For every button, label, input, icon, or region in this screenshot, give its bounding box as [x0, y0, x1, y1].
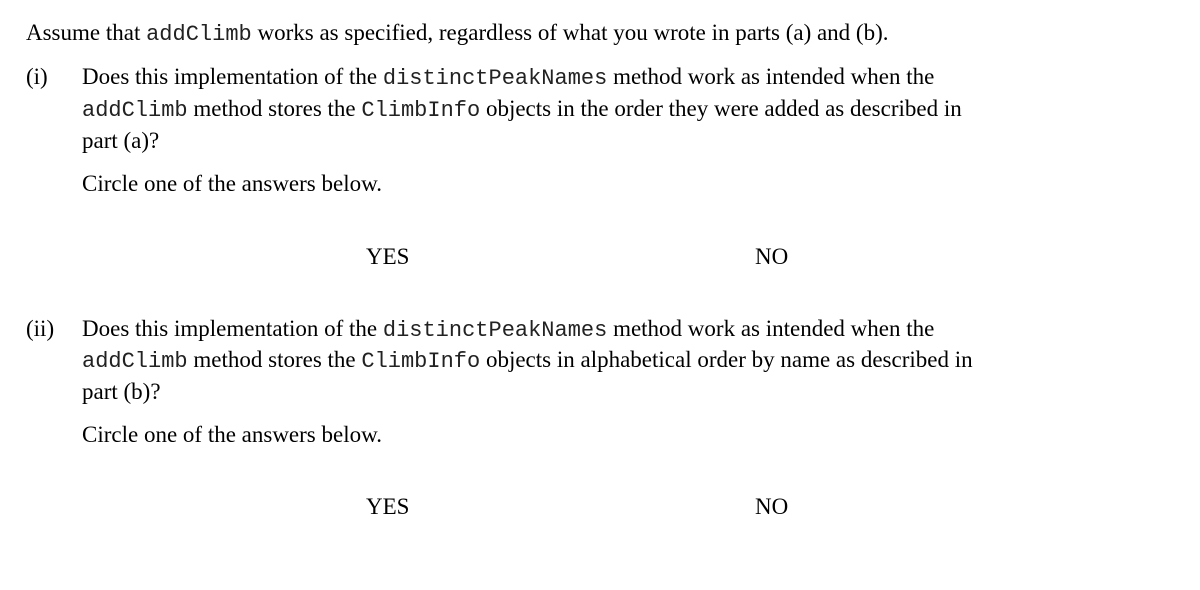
intro-text: Assume that addClimb works as specified,… — [26, 20, 889, 47]
q2-number: (ii) — [26, 316, 55, 341]
q2-yes-option[interactable]: YES — [366, 494, 409, 520]
q2-line1: Does this implementation of the distinct… — [82, 316, 935, 343]
q1-line3: part (a)? — [82, 128, 160, 153]
q1-instruction: Circle one of the answers below. — [82, 171, 382, 196]
q1-number: (i) — [26, 64, 48, 89]
q1-yes-option[interactable]: YES — [366, 244, 409, 270]
q2-instruction: Circle one of the answers below. — [82, 422, 382, 447]
q1-line1: Does this implementation of the distinct… — [82, 64, 935, 91]
q1-no-option[interactable]: NO — [755, 244, 788, 270]
q2-line2: addClimb method stores the ClimbInfo obj… — [82, 347, 973, 374]
q2-no-option[interactable]: NO — [755, 494, 788, 520]
q2-line3: part (b)? — [82, 379, 161, 404]
q1-line2: addClimb method stores the ClimbInfo obj… — [82, 96, 962, 123]
